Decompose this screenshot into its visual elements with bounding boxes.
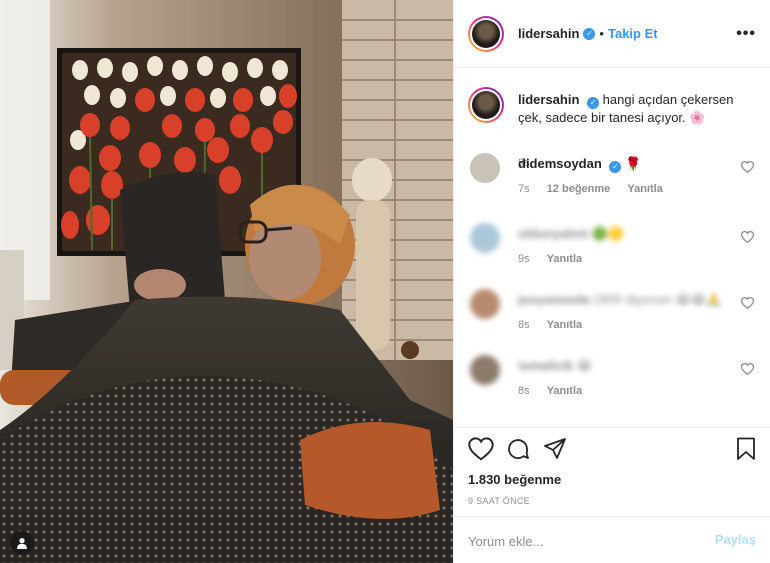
post-timestamp[interactable]: 9 SAAT ÖNCE xyxy=(468,496,530,506)
comment-meta: 8s Yanıtla xyxy=(518,385,596,397)
reply-button[interactable]: Yanıtla xyxy=(547,385,582,397)
comment-text-block: ismailcik 😂 xyxy=(518,358,592,374)
more-options-icon[interactable]: ••• xyxy=(736,25,756,43)
comment-input[interactable] xyxy=(468,531,688,551)
like-heart-icon[interactable] xyxy=(468,437,494,461)
action-bar xyxy=(468,437,758,463)
comment-text-block: oldunyahnt 🟢🟡 xyxy=(518,226,624,242)
verified-badge-icon: ✓ xyxy=(609,160,622,173)
commenter-username[interactable]: oldunyahnt xyxy=(518,226,588,241)
comment-time: 8s xyxy=(518,385,530,397)
comments-list[interactable]: lidersahin ✓ hangi açıdan çekersen çek, … xyxy=(454,69,770,427)
add-comment-section: Paylaş xyxy=(454,516,770,563)
tagged-users-button[interactable] xyxy=(10,531,34,555)
comment-item: oldunyahnt 🟢🟡 9s Yanıtla xyxy=(468,223,758,279)
comment-text: 🟢🟡 xyxy=(591,226,625,241)
caption-text-block: lidersahin ✓ hangi açıdan çekersen çek, … xyxy=(518,91,750,127)
comment-time: 8s xyxy=(518,319,530,331)
comment-text: 🌹 xyxy=(625,156,642,171)
author-username[interactable]: lidersahin xyxy=(518,26,579,41)
comment-time: 9s xyxy=(518,253,530,265)
comment-text: ORR diyorum 😂😂🙏 xyxy=(593,292,723,307)
commenter-username[interactable]: ismailcik xyxy=(518,358,573,373)
verified-badge-icon: ✓ xyxy=(587,97,600,109)
commenter-avatar[interactable] xyxy=(470,355,500,385)
photo-illustration xyxy=(0,0,453,563)
commenter-username[interactable]: jooyaneeda xyxy=(518,292,590,307)
comment-like-heart-icon[interactable] xyxy=(741,297,754,309)
flower-emoji: 🌸 xyxy=(689,110,706,125)
post-side-panel: lidersahin ✓ • Takip Et ••• lidersahin ✓… xyxy=(453,0,770,563)
comment-like-heart-icon[interactable] xyxy=(741,161,754,173)
comment-text-block: didemsoydan ✓ 🌹 xyxy=(518,156,641,173)
caption-author-avatar[interactable] xyxy=(468,87,504,123)
save-bookmark-icon[interactable] xyxy=(736,437,756,461)
comment-item: ismailcik 😂 8s Yanıtla xyxy=(468,355,758,411)
comment-time: 7s xyxy=(518,183,530,195)
comment-meta: 8s Yanıtla xyxy=(518,319,596,331)
caption-username[interactable]: lidersahin xyxy=(518,92,579,107)
commenter-avatar[interactable] xyxy=(470,289,500,319)
reply-button[interactable]: Yanıtla xyxy=(627,183,662,195)
verified-badge-icon: ✓ xyxy=(583,27,596,40)
comment-text-block: jooyaneeda ORR diyorum 😂😂🙏 xyxy=(518,292,722,308)
commenter-avatar[interactable] xyxy=(470,223,500,253)
comment-item: didemsoydan ✓ 🌹 7s 12 beğenme Yanıtla xyxy=(468,153,758,209)
post-comment-button[interactable]: Paylaş xyxy=(715,532,756,547)
person-icon xyxy=(17,538,27,549)
comment-likes-count[interactable]: 12 beğenme xyxy=(547,183,611,195)
commenter-avatar[interactable] xyxy=(470,153,500,183)
comment-text: 😂 xyxy=(576,358,592,373)
author-avatar[interactable] xyxy=(468,15,504,52)
comment-meta: 7s 12 beğenme Yanıtla xyxy=(518,183,677,195)
comment-like-heart-icon[interactable] xyxy=(741,363,754,375)
commenter-username[interactable]: didemsoydan xyxy=(518,156,602,171)
share-send-icon[interactable] xyxy=(543,437,567,461)
post-photo[interactable] xyxy=(0,0,453,563)
post-header: lidersahin ✓ • Takip Et ••• xyxy=(454,0,770,68)
follow-button[interactable]: Takip Et xyxy=(608,26,658,41)
comment-item: jooyaneeda ORR diyorum 😂😂🙏 8s Yanıtla xyxy=(468,289,758,345)
comment-meta: 9s Yanıtla xyxy=(518,253,596,265)
reply-button[interactable]: Yanıtla xyxy=(547,319,582,331)
comment-like-heart-icon[interactable] xyxy=(741,231,754,243)
reply-button[interactable]: Yanıtla xyxy=(547,253,582,265)
comment-bubble-icon[interactable] xyxy=(506,437,530,461)
separator-dot: • xyxy=(599,26,604,41)
post-actions: 1.830 beğenme 9 SAAT ÖNCE Paylaş xyxy=(454,427,770,563)
likes-count[interactable]: 1.830 beğenme xyxy=(468,472,561,487)
